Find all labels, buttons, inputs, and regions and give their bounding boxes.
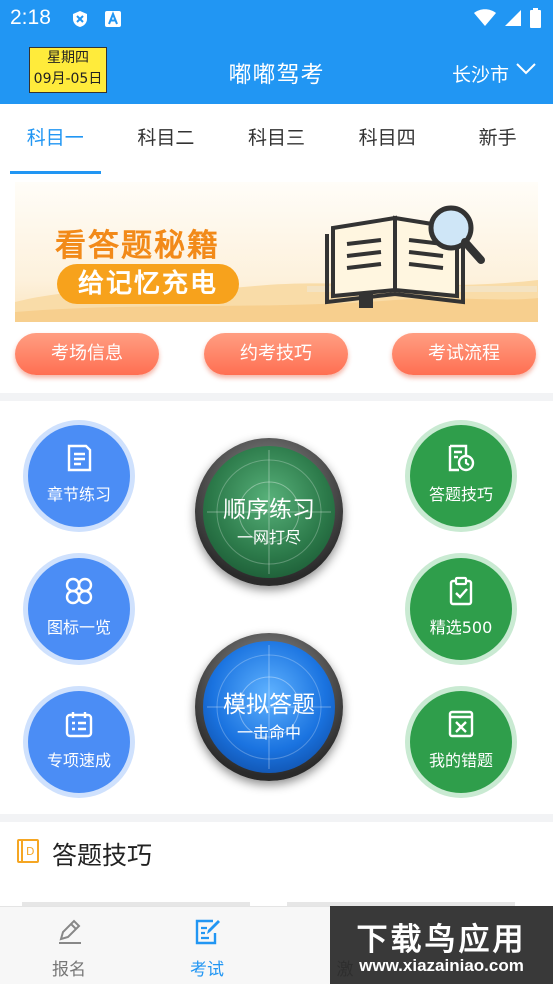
sequential-practice-title: 顺序练习 bbox=[223, 497, 315, 523]
tab-subject-1[interactable]: 科目一 bbox=[0, 104, 111, 174]
mock-exam-subtitle: 一击命中 bbox=[236, 723, 301, 742]
mock-exam-title: 模拟答题 bbox=[223, 692, 315, 718]
banner-headline: 看答题秘籍 bbox=[55, 228, 220, 264]
app-a-icon bbox=[105, 11, 121, 27]
exam-site-info-button[interactable]: 考场信息 bbox=[15, 333, 159, 375]
subject-tabs: 科目一 科目二 科目三 科目四 新手 bbox=[0, 104, 553, 174]
clock-document-icon bbox=[448, 444, 475, 472]
tab-subject-2[interactable]: 科目二 bbox=[111, 104, 222, 174]
watermark-title: 下载鸟应用 bbox=[356, 922, 527, 958]
watermark-url: www.xiazainiao.com bbox=[359, 956, 524, 975]
status-icons bbox=[474, 8, 541, 28]
shield-icon bbox=[73, 11, 87, 27]
chapter-practice-label: 章节练习 bbox=[46, 485, 111, 504]
calendar-list-icon bbox=[65, 712, 93, 738]
tips-section: D 答题技巧 bbox=[0, 822, 553, 914]
battery-icon bbox=[530, 8, 541, 28]
nav-exam-label: 考试 bbox=[190, 960, 224, 980]
error-book-icon bbox=[448, 710, 474, 738]
status-bar: 2:18 bbox=[0, 0, 553, 38]
city-selector[interactable]: 长沙市 bbox=[452, 60, 509, 87]
promo-banner[interactable]: 看答题秘籍 给记忆充电 bbox=[15, 182, 538, 322]
my-mistakes-label: 我的错题 bbox=[428, 751, 493, 770]
signal-icon bbox=[505, 10, 521, 26]
app-header: 星期四 09月-05日 嘟嘟驾考 长沙市 bbox=[0, 38, 553, 104]
nav-register-label: 报名 bbox=[52, 960, 86, 980]
book-icon: D bbox=[17, 839, 39, 863]
selected-500-label: 精选500 bbox=[429, 618, 493, 637]
tab-subject-4[interactable]: 科目四 bbox=[332, 104, 443, 174]
radar-dial-blue: 模拟答题 一击命中 bbox=[203, 641, 335, 773]
status-time: 2:18 bbox=[10, 6, 51, 29]
chapter-practice-button[interactable]: 章节练习 bbox=[28, 425, 130, 527]
pen-icon bbox=[59, 919, 81, 944]
answer-tips-button[interactable]: 答题技巧 bbox=[410, 425, 512, 527]
tab-subject-3[interactable]: 科目三 bbox=[221, 104, 332, 174]
clipboard-icon bbox=[449, 576, 473, 606]
watermark: 下载鸟应用 www.xiazainiao.com bbox=[330, 906, 553, 984]
practice-section: 章节练习 图标一览 专项速成 答题技巧 精选500 我的错题 顺序练习 一网打尽… bbox=[0, 401, 553, 814]
banner-section: 看答题秘籍 给记忆充电 考场信息 约考技巧 考试流程 bbox=[0, 174, 553, 393]
chevron-down-icon[interactable] bbox=[515, 62, 537, 76]
tips-section-title: 答题技巧 bbox=[52, 841, 153, 870]
special-training-label: 专项速成 bbox=[46, 751, 111, 770]
sign-overview-label: 图标一览 bbox=[46, 618, 111, 637]
nav-exam[interactable]: 考试 bbox=[157, 907, 257, 984]
special-training-button[interactable]: 专项速成 bbox=[28, 691, 130, 793]
radar-dial-green: 顺序练习 一网打尽 bbox=[203, 446, 335, 578]
clover-icon bbox=[65, 577, 93, 605]
banner-subheadline: 给记忆充电 bbox=[57, 264, 239, 304]
tab-beginner[interactable]: 新手 bbox=[442, 104, 553, 174]
sequential-practice-button[interactable]: 顺序练习 一网打尽 bbox=[195, 438, 343, 586]
my-mistakes-button[interactable]: 我的错题 bbox=[410, 691, 512, 793]
mock-exam-button[interactable]: 模拟答题 一击命中 bbox=[195, 633, 343, 781]
document-icon bbox=[67, 444, 92, 472]
exam-process-button[interactable]: 考试流程 bbox=[392, 333, 536, 375]
selected-500-button[interactable]: 精选500 bbox=[410, 558, 512, 660]
booking-tips-button[interactable]: 约考技巧 bbox=[204, 333, 348, 375]
wifi-icon bbox=[474, 9, 496, 26]
edit-document-icon bbox=[195, 919, 220, 945]
sequential-practice-subtitle: 一网打尽 bbox=[236, 528, 301, 547]
sign-overview-button[interactable]: 图标一览 bbox=[28, 558, 130, 660]
nav-register[interactable]: 报名 bbox=[19, 907, 119, 984]
screen: 2:18 星期四 09月-05日 嘟嘟驾考 长沙市 科目一 科目二 科目三 科目… bbox=[0, 0, 553, 984]
answer-tips-label: 答题技巧 bbox=[428, 485, 493, 504]
svg-text:D: D bbox=[26, 845, 34, 858]
